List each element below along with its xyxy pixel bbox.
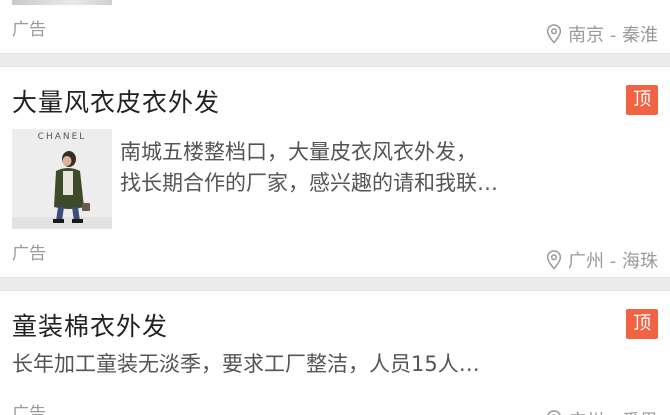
description-line: 南城五楼整档口，大量皮衣风衣外发， bbox=[120, 140, 477, 164]
location-text: 广州 - 番禺 bbox=[568, 407, 658, 415]
listing-thumbnail[interactable]: CHANEL bbox=[12, 129, 112, 229]
ad-label: 广告 bbox=[12, 244, 46, 264]
description-line: 找长期合作的厂家，感兴趣的请和我联… bbox=[120, 171, 498, 195]
pinned-badge: 顶 bbox=[626, 309, 658, 339]
location-text: 广州 - 海珠 bbox=[568, 251, 658, 272]
description-line: 长年加工童装无淡季，要求工厂整洁，人员15人… bbox=[12, 352, 480, 376]
location: 广州 - 番禺 bbox=[546, 407, 658, 415]
listing-card[interactable]: 广告 南京 - 秦淮 bbox=[0, 0, 670, 54]
ad-label: 广告 bbox=[12, 20, 46, 40]
location: 广州 - 海珠 bbox=[546, 247, 658, 273]
pinned-badge: 顶 bbox=[626, 85, 658, 115]
listing-feed: 广告 南京 - 秦淮 大量风衣皮衣外发 顶 CHANEL 南城五楼整档口，大量皮… bbox=[0, 0, 670, 415]
ad-label: 广告 bbox=[12, 404, 46, 415]
fashion-model-image bbox=[12, 151, 112, 229]
listing-description: 长年加工童装无淡季，要求工厂整洁，人员15人… bbox=[12, 349, 480, 380]
location: 南京 - 秦淮 bbox=[546, 21, 658, 47]
map-pin-icon bbox=[547, 410, 561, 415]
listing-thumbnail bbox=[12, 0, 112, 5]
listing-title[interactable]: 童装棉衣外发 bbox=[12, 307, 168, 343]
location-text: 南京 - 秦淮 bbox=[568, 25, 658, 46]
map-pin-icon bbox=[546, 250, 562, 270]
map-pin-icon bbox=[546, 24, 562, 44]
listing-card[interactable]: 大量风衣皮衣外发 顶 CHANEL 南城五楼整档口，大量皮衣风衣外发， 找长期合… bbox=[0, 66, 670, 278]
listing-card[interactable]: 童装棉衣外发 顶 长年加工童装无淡季，要求工厂整洁，人员15人… 广告 广州 -… bbox=[0, 290, 670, 415]
listing-description: 南城五楼整档口，大量皮衣风衣外发， 找长期合作的厂家，感兴趣的请和我联… bbox=[120, 137, 498, 199]
listing-title[interactable]: 大量风衣皮衣外发 bbox=[12, 83, 220, 119]
